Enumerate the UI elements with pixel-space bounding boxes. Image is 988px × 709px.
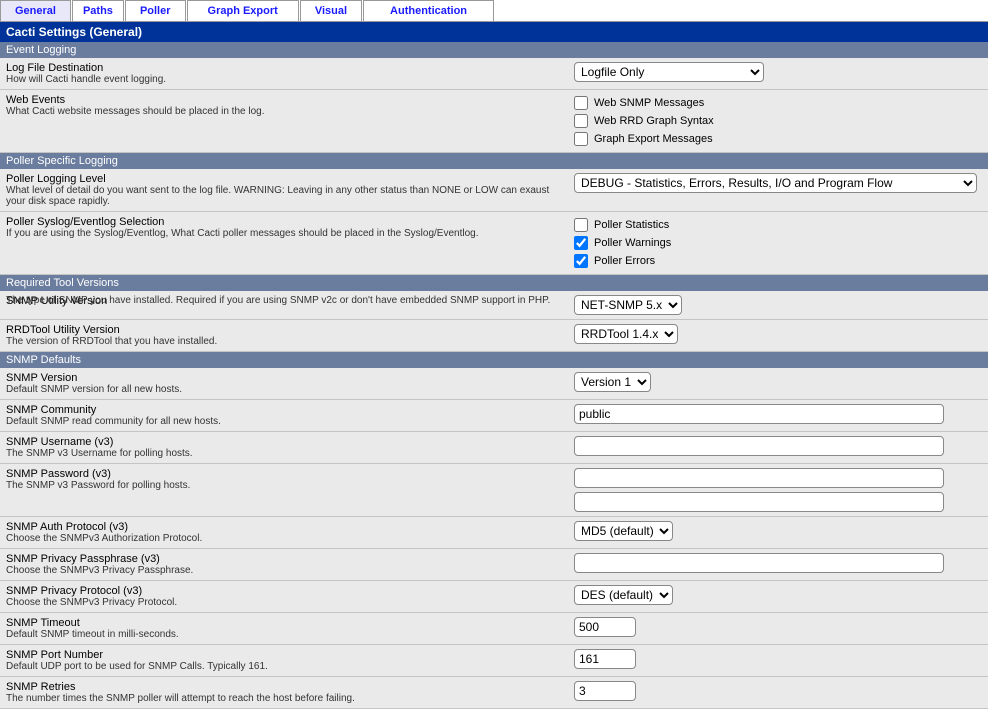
rrd-util-label: RRDTool Utility Version xyxy=(6,324,562,336)
snmp-password-input[interactable] xyxy=(574,468,944,488)
chk-poller-stats[interactable] xyxy=(574,218,588,232)
snmp-community-desc: Default SNMP read community for all new … xyxy=(6,416,562,427)
snmp-community-input[interactable] xyxy=(574,404,944,424)
snmp-timeout-input[interactable] xyxy=(574,617,636,637)
chk-web-rrd-label: Web RRD Graph Syntax xyxy=(594,115,714,127)
chk-web-rrd[interactable] xyxy=(574,114,588,128)
row-snmp-timeout: SNMP Timeout Default SNMP timeout in mil… xyxy=(0,613,988,645)
log-dest-label: Log File Destination xyxy=(6,62,562,74)
poller-level-label: Poller Logging Level xyxy=(6,173,562,185)
chk-poller-errors-label: Poller Errors xyxy=(594,255,655,267)
snmp-auth-select[interactable]: MD5 (default) xyxy=(574,521,673,541)
tab-graph-export[interactable]: Graph Export xyxy=(187,0,299,21)
snmp-community-label: SNMP Community xyxy=(6,404,562,416)
chk-poller-errors[interactable] xyxy=(574,254,588,268)
poller-syslog-label: Poller Syslog/Eventlog Selection xyxy=(6,216,562,228)
snmp-priv-proto-desc: Choose the SNMPv3 Privacy Protocol. xyxy=(6,597,562,608)
snmp-priv-proto-label: SNMP Privacy Protocol (v3) xyxy=(6,585,562,597)
log-dest-select[interactable]: Logfile Only xyxy=(574,62,764,82)
section-poller-logging: Poller Specific Logging xyxy=(0,153,988,169)
web-events-label: Web Events xyxy=(6,94,562,106)
snmp-password-desc: The SNMP v3 Password for polling hosts. xyxy=(6,480,562,491)
snmp-priv-pass-input[interactable] xyxy=(574,553,944,573)
snmp-priv-pass-desc: Choose the SNMPv3 Privacy Passphrase. xyxy=(6,565,562,576)
snmp-username-desc: The SNMP v3 Username for polling hosts. xyxy=(6,448,562,459)
tab-general[interactable]: General xyxy=(0,0,71,21)
poller-level-select[interactable]: DEBUG - Statistics, Errors, Results, I/O… xyxy=(574,173,977,193)
poller-level-desc: What level of detail do you want sent to… xyxy=(6,185,562,207)
chk-web-snmp[interactable] xyxy=(574,96,588,110)
tab-visual[interactable]: Visual xyxy=(300,0,362,21)
snmp-password-confirm-input[interactable] xyxy=(574,492,944,512)
snmp-retries-input[interactable] xyxy=(574,681,636,701)
snmp-version-select[interactable]: Version 1 xyxy=(574,372,651,392)
snmp-username-input[interactable] xyxy=(574,436,944,456)
snmp-port-input[interactable] xyxy=(574,649,636,669)
snmp-version-label: SNMP Version xyxy=(6,372,562,384)
tab-authentication[interactable]: Authentication xyxy=(363,0,494,21)
log-dest-desc: How will Cacti handle event logging. xyxy=(6,74,562,85)
snmp-util-select[interactable]: NET-SNMP 5.x xyxy=(574,295,682,315)
row-rrd-util: RRDTool Utility Version The version of R… xyxy=(0,320,988,352)
row-snmp-password: SNMP Password (v3) The SNMP v3 Password … xyxy=(0,464,988,517)
rrd-util-desc: The version of RRDTool that you have ins… xyxy=(6,336,562,347)
snmp-version-desc: Default SNMP version for all new hosts. xyxy=(6,384,562,395)
row-poller-syslog: Poller Syslog/Eventlog Selection If you … xyxy=(0,212,988,275)
row-snmp-auth: SNMP Auth Protocol (v3) Choose the SNMPv… xyxy=(0,517,988,549)
row-log-dest: Log File Destination How will Cacti hand… xyxy=(0,58,988,90)
chk-poller-stats-label: Poller Statistics xyxy=(594,219,669,231)
row-snmp-port: SNMP Port Number Default UDP port to be … xyxy=(0,645,988,677)
section-event-logging: Event Logging xyxy=(0,42,988,58)
row-poller-level: Poller Logging Level What level of detai… xyxy=(0,169,988,212)
rrd-util-select[interactable]: RRDTool 1.4.x xyxy=(574,324,678,344)
snmp-retries-label: SNMP Retries xyxy=(6,681,562,693)
snmp-auth-desc: Choose the SNMPv3 Authorization Protocol… xyxy=(6,533,562,544)
snmp-timeout-desc: Default SNMP timeout in milli-seconds. xyxy=(6,629,562,640)
row-snmp-priv-proto: SNMP Privacy Protocol (v3) Choose the SN… xyxy=(0,581,988,613)
row-web-events: Web Events What Cacti website messages s… xyxy=(0,90,988,153)
snmp-priv-proto-select[interactable]: DES (default) xyxy=(574,585,673,605)
snmp-auth-label: SNMP Auth Protocol (v3) xyxy=(6,521,562,533)
section-snmp-defaults: SNMP Defaults xyxy=(0,352,988,368)
poller-syslog-desc: If you are using the Syslog/Eventlog, Wh… xyxy=(6,228,562,239)
snmp-username-label: SNMP Username (v3) xyxy=(6,436,562,448)
chk-graph-export[interactable] xyxy=(574,132,588,146)
tab-paths[interactable]: Paths xyxy=(72,0,124,21)
chk-poller-warnings[interactable] xyxy=(574,236,588,250)
web-events-desc: What Cacti website messages should be pl… xyxy=(6,106,562,117)
chk-web-snmp-label: Web SNMP Messages xyxy=(594,97,704,109)
tab-bar: General Paths Poller Graph Export Visual… xyxy=(0,0,988,22)
row-snmp-username: SNMP Username (v3) The SNMP v3 Username … xyxy=(0,432,988,464)
snmp-util-desc2: The type of SNMP you have installed. Req… xyxy=(6,295,562,306)
chk-poller-warnings-label: Poller Warnings xyxy=(594,237,671,249)
snmp-port-label: SNMP Port Number xyxy=(6,649,562,661)
snmp-port-desc: Default UDP port to be used for SNMP Cal… xyxy=(6,661,562,672)
snmp-password-label: SNMP Password (v3) xyxy=(6,468,562,480)
row-snmp-priv-pass: SNMP Privacy Passphrase (v3) Choose the … xyxy=(0,549,988,581)
snmp-priv-pass-label: SNMP Privacy Passphrase (v3) xyxy=(6,553,562,565)
row-snmp-util: SNMP Utility Version The type of SNMP yo… xyxy=(0,291,988,320)
tab-poller[interactable]: Poller xyxy=(125,0,186,21)
row-snmp-retries: SNMP Retries The number times the SNMP p… xyxy=(0,677,988,709)
snmp-retries-desc: The number times the SNMP poller will at… xyxy=(6,693,562,704)
page-title: Cacti Settings (General) xyxy=(0,22,988,42)
section-required-tool: Required Tool Versions xyxy=(0,275,988,291)
snmp-timeout-label: SNMP Timeout xyxy=(6,617,562,629)
row-snmp-version: SNMP Version Default SNMP version for al… xyxy=(0,368,988,400)
row-snmp-community: SNMP Community Default SNMP read communi… xyxy=(0,400,988,432)
chk-graph-export-label: Graph Export Messages xyxy=(594,133,713,145)
